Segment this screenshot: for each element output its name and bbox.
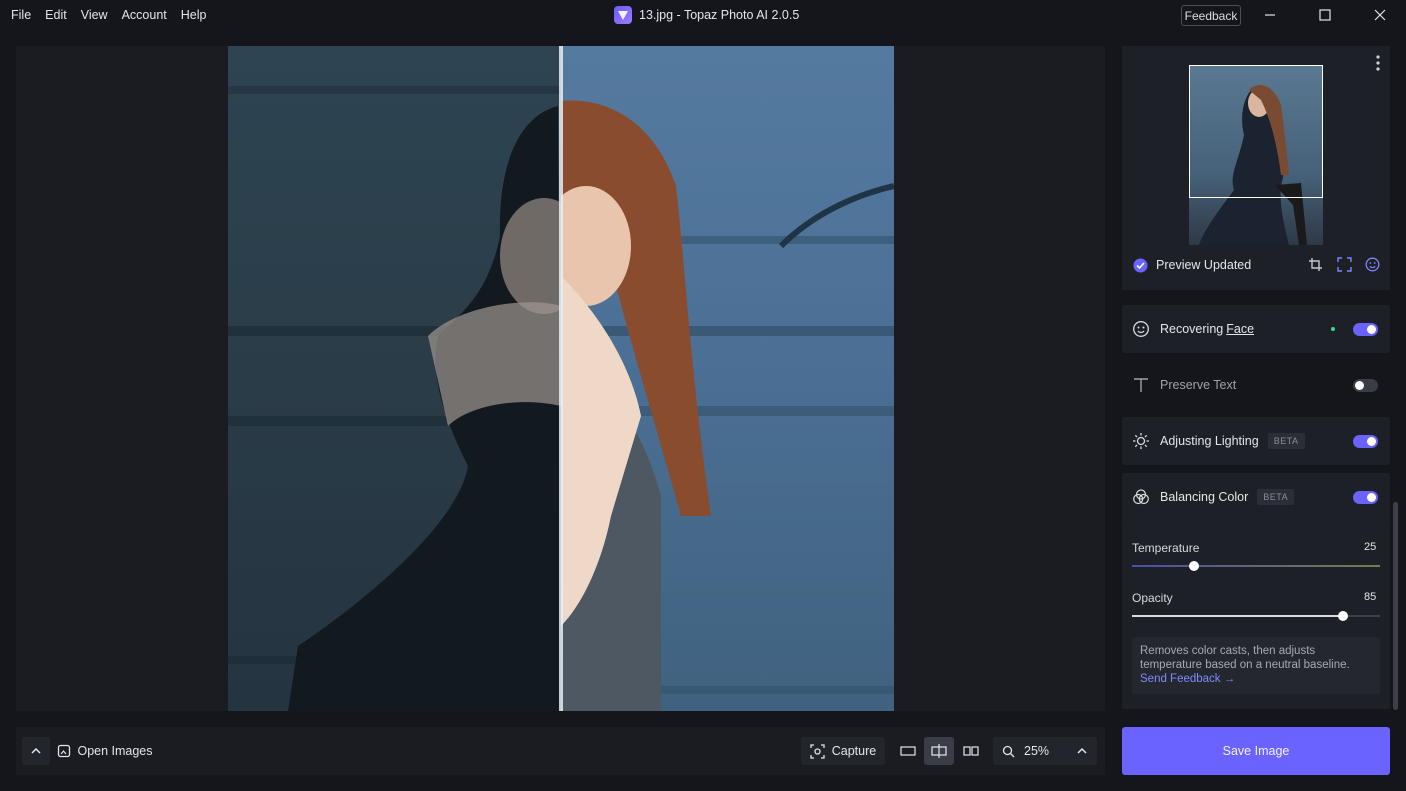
chevron-up-icon <box>31 747 41 754</box>
send-feedback-link[interactable]: Send Feedback → <box>1140 673 1235 685</box>
opacity-value: 85 <box>1364 591 1377 603</box>
text-icon <box>1134 378 1148 392</box>
open-images-button[interactable]: Open Images <box>56 737 154 765</box>
image-add-icon <box>58 744 71 758</box>
comparison-split-handle[interactable] <box>559 46 563 711</box>
viewport-indicator[interactable] <box>1189 65 1323 198</box>
toggle-knob <box>1367 493 1376 502</box>
temperature-slider[interactable] <box>1132 565 1380 567</box>
preview-status-bar: Preview Updated <box>1122 246 1390 286</box>
menu-account[interactable]: Account <box>115 0 174 30</box>
preserve-text-toggle[interactable] <box>1353 379 1378 392</box>
sun-icon <box>1133 433 1149 449</box>
opacity-slider-thumb[interactable] <box>1337 611 1348 621</box>
face-settings-link[interactable]: Face <box>1226 322 1254 336</box>
crop-icon[interactable] <box>1308 257 1323 272</box>
temperature-slider-thumb[interactable] <box>1189 561 1199 571</box>
check-circle-icon <box>1133 258 1148 273</box>
face-icon[interactable] <box>1365 257 1380 272</box>
close-icon[interactable] <box>1357 0 1403 30</box>
color-balance-icon <box>1133 489 1149 505</box>
fullscreen-icon[interactable] <box>1337 257 1352 272</box>
balance-color-info: Removes color casts, then adjusts temper… <box>1132 637 1380 694</box>
more-vertical-icon[interactable] <box>1371 54 1385 72</box>
toggle-knob <box>1355 381 1364 390</box>
recover-face-card[interactable]: Recovering Face <box>1122 305 1390 353</box>
adjust-lighting-label: Adjusting Lighting <box>1160 434 1259 448</box>
side-by-side-icon[interactable] <box>956 737 986 765</box>
open-images-label: Open Images <box>77 744 153 758</box>
bottom-toolbar: Open Images Capture 25% <box>16 727 1105 775</box>
adjust-lighting-card[interactable]: Adjusting Lighting BETA <box>1122 417 1390 465</box>
menu-view[interactable]: View <box>74 0 115 30</box>
balance-color-settings: Temperature 25 Opacity 85 Removes color … <box>1122 521 1390 709</box>
save-image-button[interactable]: Save Image <box>1122 727 1390 775</box>
toggle-knob <box>1367 325 1376 334</box>
panel-scrollbar[interactable] <box>1393 502 1398 710</box>
recover-face-label: Recovering Face <box>1160 305 1254 353</box>
menu-edit[interactable]: Edit <box>38 0 74 30</box>
zoom-level: 25% <box>1024 744 1050 758</box>
temperature-value: 25 <box>1364 541 1377 553</box>
balance-color-card[interactable]: Balancing Color BETA <box>1122 473 1390 521</box>
temperature-label: Temperature <box>1132 541 1200 555</box>
window-title-group: 13.jpg - Topaz Photo AI 2.0.5 <box>614 0 799 30</box>
preserve-text-label-wrap: Preserve Text <box>1160 361 1236 409</box>
preserve-text-card[interactable]: Preserve Text <box>1122 361 1390 409</box>
preview-status-text: Preview Updated <box>1156 258 1252 272</box>
feedback-button[interactable]: Feedback <box>1181 5 1241 26</box>
balance-color-label: Balancing Color <box>1160 490 1249 504</box>
menu-file[interactable]: File <box>4 0 38 30</box>
toggle-knob <box>1367 437 1376 446</box>
expand-filmstrip-button[interactable] <box>22 737 50 765</box>
capture-icon <box>810 743 825 759</box>
single-view-icon[interactable] <box>893 737 923 765</box>
enhanced-image <box>541 46 894 711</box>
zoom-icon <box>1002 745 1015 757</box>
minimize-icon[interactable] <box>1247 0 1293 30</box>
menu-bar: File Edit View Account Help <box>4 0 213 30</box>
capture-label: Capture <box>831 744 877 758</box>
chevron-up-icon[interactable] <box>1076 745 1088 757</box>
window-title: 13.jpg - Topaz Photo AI 2.0.5 <box>639 8 800 22</box>
photo-comparison[interactable] <box>228 46 894 711</box>
split-view-icon[interactable] <box>924 737 954 765</box>
original-image <box>228 46 588 711</box>
recover-face-label-prefix: Recovering <box>1160 322 1224 336</box>
adjust-lighting-label-wrap: Adjusting Lighting BETA <box>1160 417 1305 465</box>
beta-badge: BETA <box>1257 489 1295 505</box>
title-bar: File Edit View Account Help 13.jpg - Top… <box>0 0 1406 30</box>
balance-color-label-wrap: Balancing Color BETA <box>1160 473 1295 521</box>
topaz-logo-icon <box>614 6 632 24</box>
info-text: Removes color casts, then adjusts temper… <box>1140 645 1350 671</box>
capture-button[interactable]: Capture <box>801 737 885 765</box>
navigator-thumbnail[interactable] <box>1189 65 1323 245</box>
opacity-slider-fill <box>1132 615 1343 617</box>
menu-help[interactable]: Help <box>174 0 214 30</box>
recover-face-toggle[interactable] <box>1353 323 1378 336</box>
beta-badge: BETA <box>1267 433 1305 449</box>
preserve-text-label: Preserve Text <box>1160 378 1237 392</box>
status-dot <box>1331 327 1335 331</box>
zoom-control[interactable]: 25% <box>993 737 1097 765</box>
maximize-icon[interactable] <box>1302 0 1348 30</box>
opacity-label: Opacity <box>1132 591 1173 605</box>
face-icon <box>1133 321 1149 337</box>
adjust-lighting-toggle[interactable] <box>1353 435 1378 448</box>
image-viewer[interactable] <box>16 46 1105 711</box>
balance-color-toggle[interactable] <box>1353 491 1378 504</box>
